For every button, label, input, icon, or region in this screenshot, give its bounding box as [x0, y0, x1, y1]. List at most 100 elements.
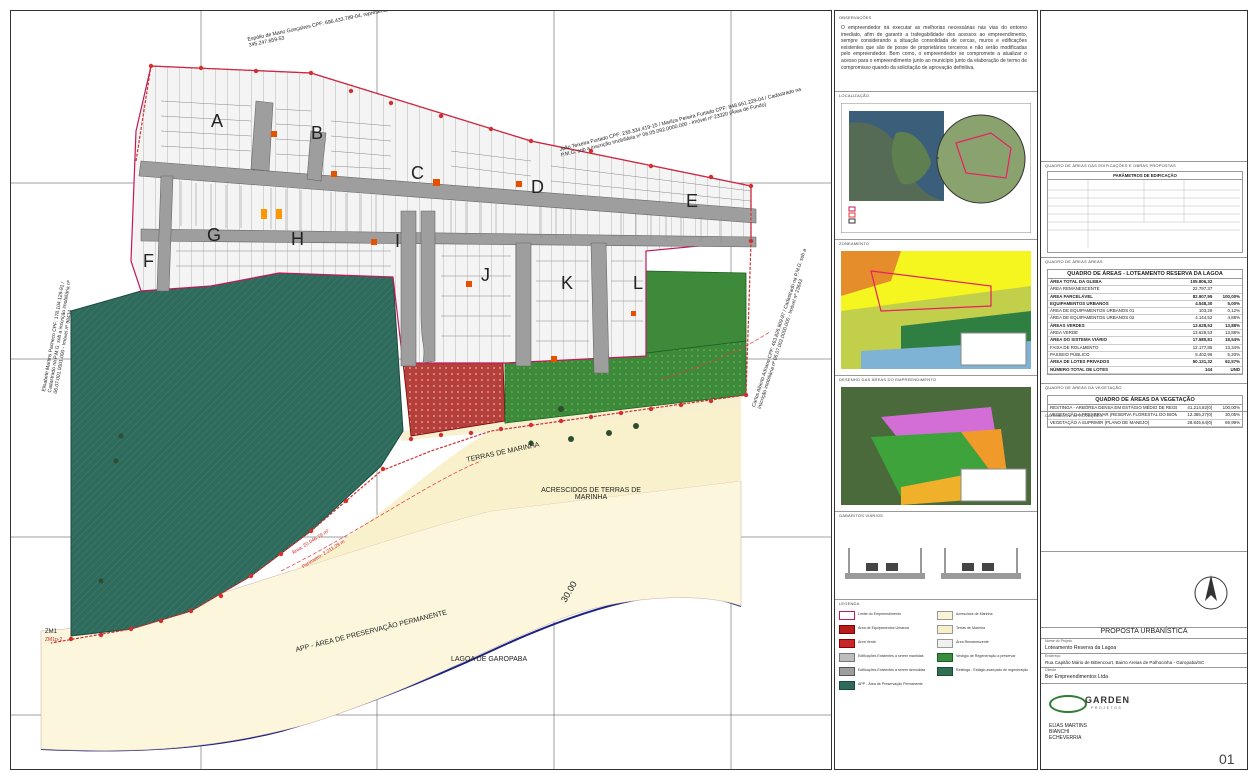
legend-swatch: [937, 653, 953, 662]
vegetation-cell-pct: 30,05%: [1225, 412, 1240, 418]
observacoes-title: OBSERVAÇÕES: [839, 15, 872, 20]
areas-cell-label: EQUIPAMENTOS URBANOS: [1050, 300, 1109, 306]
legend-label: Acrescidos de Marinha: [956, 612, 993, 616]
block-label-l: L: [633, 273, 644, 293]
endereco-label: Endereço: [1045, 654, 1061, 658]
areas-cell-pct: 62,57%: [1225, 359, 1240, 365]
legend-swatch: [839, 625, 855, 634]
areas-cell-label: ÁREAS VERDES: [1050, 322, 1085, 328]
areas-cell-m2: 22.797,37: [1192, 286, 1213, 292]
areas-cell-label: ÁREA DO SISTEMA VIÁRIO: [1050, 337, 1108, 343]
north-arrow-icon: [1194, 575, 1228, 610]
parametros-grid: [1048, 180, 1240, 248]
legend-swatch: [839, 653, 855, 662]
parametros-header: PARÂMETROS DE EDIFICAÇÃO: [1048, 172, 1242, 180]
areas-table-row: EQUIPAMENTOS URBANOS 4.548,30 5,00%: [1048, 300, 1242, 309]
block-label-c: C: [411, 163, 424, 183]
projeto-label: Nome do Projeto: [1045, 639, 1072, 643]
vegetacao-section: QUADRO DE ÁREAS DA VEGETAÇÃO: [1045, 385, 1122, 390]
company-sub: PROJETOS: [1091, 706, 1123, 710]
areas-cell-label: ÁREA VERDE: [1050, 330, 1079, 336]
vegetation-cell-pct: 69,99%: [1225, 419, 1240, 425]
block-label-f: F: [143, 251, 154, 271]
areas-table-row: ÁREA TOTAL DA GLEBA 105.806,32: [1048, 279, 1242, 287]
legend-label: APP - Área de Preservação Permanente: [858, 682, 923, 686]
legend-swatch: [937, 611, 953, 620]
areas-cell-label: PASSEIO PÚBLICO: [1050, 351, 1090, 357]
legend-label: Área Remanescente: [956, 640, 989, 644]
quadro-areas-section: QUADRO DE ÁREAS ÁREAS: [1045, 259, 1103, 264]
block-label-h: H: [291, 229, 304, 249]
areas-cell-pct: 100,00%: [1222, 293, 1240, 299]
vegetation-cell-m2: 12.385,27(0): [1187, 412, 1213, 418]
areas-cell-m2: 13.628,53: [1192, 322, 1213, 328]
areas-cell-pct: 13,88%: [1225, 330, 1240, 336]
areas-table-row: ÁREA DO SISTEMA VIÁRIO 17.580,81 18,54%: [1048, 337, 1242, 345]
responsaveis: ELIAS MARTINS BIANCHI ECHEVERRIA: [1049, 723, 1087, 741]
localizacao-title: LOCALIZAÇÃO: [839, 93, 870, 98]
legend-label: Área Verde: [858, 640, 876, 644]
projeto-value: Loteamento Reserva da Lagoa: [1045, 645, 1117, 651]
legend-swatch: [839, 639, 855, 648]
areas-table-row: ÁREA DE LOTES PRIVADOS 50.131,32 62,57%: [1048, 359, 1242, 367]
lagoa-label: LAGOA DE GAROPABA: [451, 656, 528, 663]
vegetation-row: VEGETAÇÃO A SUPRIMIR (PLANO DE MANEJO) 28…: [1048, 420, 1242, 427]
areas-table-row: ÁREA PARCELÁVEL 82.907,95 100,00%: [1048, 294, 1242, 301]
company-logo-icon: [1049, 695, 1087, 713]
zoneamento-title: ZONEAMENTO: [839, 241, 870, 246]
areas-table-row: ÁREA VERDE 13.628,53 13,88%: [1048, 330, 1242, 338]
site-plan-frame: A B C D E F G H I J K L TERRAS DE MARINH…: [10, 10, 832, 770]
sheet-number: 01: [1219, 751, 1235, 767]
legend-label: Área de Equipamentos Urbanos: [858, 626, 910, 630]
road-sections: [841, 523, 1025, 591]
areas-cell-label: NÚMERO TOTAL DE LOTES: [1050, 366, 1109, 372]
areas-cell-label: ÁREA PARCELÁVEL: [1050, 293, 1093, 299]
areas-cell-m2: 82.907,95: [1192, 293, 1213, 299]
block-label-e: E: [686, 191, 699, 211]
areas-table: QUADRO DE ÁREAS - LOTEAMENTO RESERVA DA …: [1047, 269, 1243, 375]
legend-label: Terras de Marinha: [956, 626, 985, 630]
block-label-g: G: [207, 225, 222, 245]
areas-cell-label: ÁREA DE LOTES PRIVADOS: [1050, 359, 1110, 365]
legend-swatch: [937, 667, 953, 676]
legend-swatch: [937, 625, 953, 634]
areas-cell-pct: 5,00%: [1227, 300, 1240, 306]
block-label-b: B: [311, 123, 324, 143]
desenho-areas-title: DESENHO DAS ÁREAS DO EMPREENDIMENTO: [839, 377, 937, 382]
block-label-k: K: [561, 273, 574, 293]
legend-label: Restinga - Estágio avançado de regeneraç…: [956, 668, 1029, 672]
areas-cell-pct: [1214, 286, 1242, 292]
areas-cell-m2: 50.131,32: [1192, 359, 1213, 365]
parametros-title: QUADRO DE ÁREAS DAS EDIFICAÇÕES E OBRAS …: [1045, 163, 1176, 168]
areas-table-row: FAIXA DE ROLAMENTO 12.177,85 13,34%: [1048, 345, 1242, 352]
legend-swatch: [839, 667, 855, 676]
areas-map: [841, 387, 1031, 505]
marker-zm1: ZM1: [45, 629, 57, 635]
parametros-table: PARÂMETROS DE EDIFICAÇÃO: [1047, 171, 1243, 253]
legend-label: Edificações Existentes a serem demolidas: [858, 668, 926, 672]
etapa-title: PROPOSTA URBANÍSTICA: [1100, 628, 1188, 635]
areas-cell-m2: 105.806,32: [1190, 279, 1213, 284]
cliente-value: Ber Empreendimentos Ltda: [1045, 674, 1109, 680]
zoning-map: [841, 251, 1031, 369]
vegetation-cell-m2: 28.845,64(0): [1187, 419, 1213, 425]
areas-table-title: QUADRO DE ÁREAS - LOTEAMENTO RESERVA DA …: [1048, 270, 1242, 279]
areas-cell-m2: 144: [1204, 366, 1213, 372]
areas-rows: ÁREA TOTAL DA GLEBA 105.806,32 ÁREA REMANE…: [1048, 279, 1242, 374]
areas-cell-pct: 13,88%: [1225, 322, 1240, 328]
areas-cell-m2: 17.580,81: [1192, 337, 1213, 343]
observacoes-text: O empreendedor irá executar as melhorias…: [841, 25, 1027, 71]
areas-cell-label: ÁREA REMANESCENTE: [1050, 286, 1100, 292]
legend-label: Edificações Existentes a serem mantidas: [858, 654, 924, 658]
areas-table-row: ÁREA DE EQUIPAMENTOS URBANOS 01 103,26 0,1…: [1048, 308, 1242, 316]
areas-cell-pct: 0,12%: [1227, 308, 1240, 314]
areas-cell-label: ÁREA DE EQUIPAMENTOS URBANOS 02: [1050, 315, 1135, 321]
right-panel: QUADRO DE ÁREAS DAS EDIFICAÇÕES E OBRAS …: [1040, 10, 1248, 770]
areas-cell-pct: 4,88%: [1227, 315, 1240, 321]
block-label-a: A: [211, 111, 224, 131]
legend-swatch: [839, 681, 855, 690]
vegetation-cell-label: VEGETAÇÃO A SUPRIMIR (PLANO DE MANEJO): [1050, 419, 1150, 425]
areas-cell-pct: UND: [1230, 366, 1240, 372]
areas-cell-m2: 4.144,52: [1195, 315, 1213, 321]
areas-cell-label: ÁREA TOTAL DA GLEBA: [1050, 279, 1102, 284]
